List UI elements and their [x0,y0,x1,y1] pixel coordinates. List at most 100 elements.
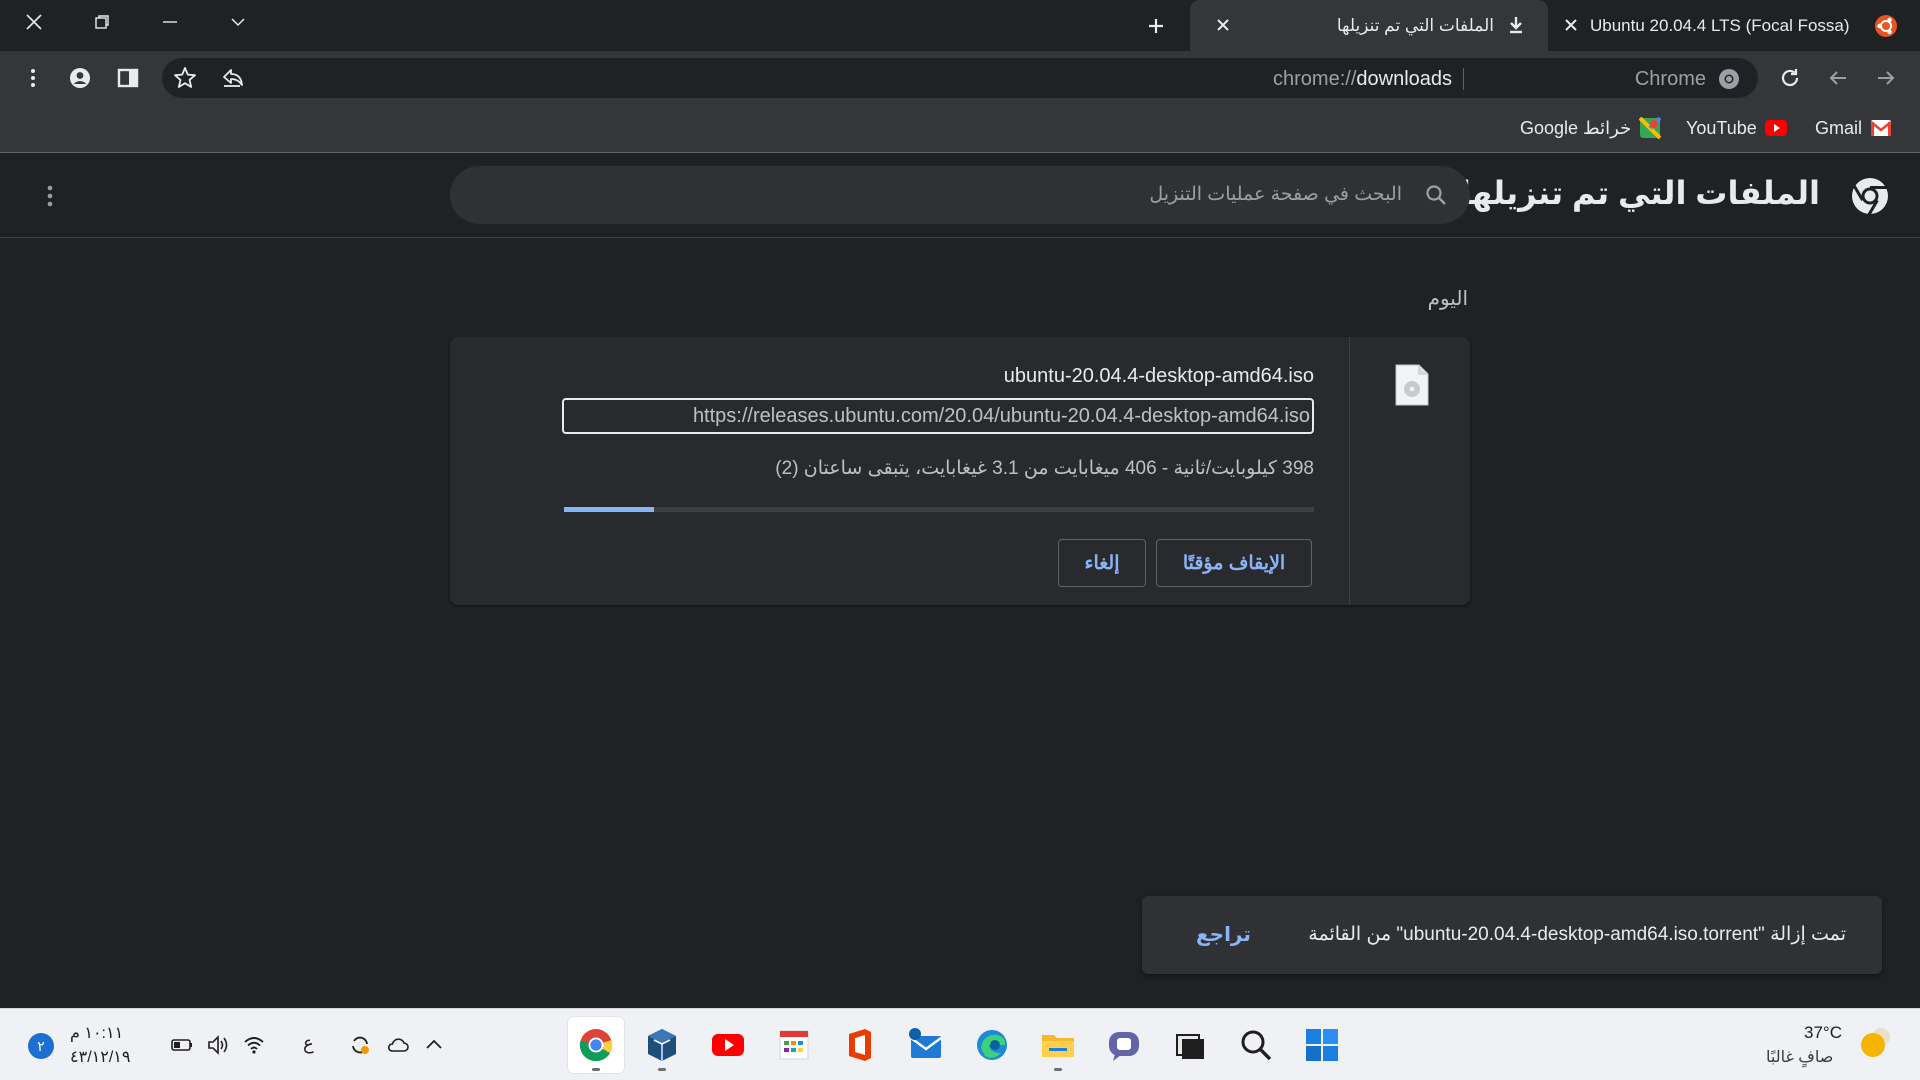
ubuntu-icon [1875,15,1897,37]
minimize-window-button[interactable] [136,0,204,44]
search-icon [1241,1030,1272,1061]
close-icon [1565,19,1577,31]
forward-button[interactable] [1869,61,1903,95]
arrow-left-icon [1829,71,1846,85]
download-icon [1510,17,1522,34]
arrow-right-icon [1878,71,1895,85]
file-icon [1395,364,1429,406]
side-panel-button[interactable] [111,61,145,95]
chat-button[interactable] [1096,1017,1152,1073]
youtube-app-button[interactable] [700,1017,756,1073]
download-file-name[interactable]: ubuntu-20.04.4-desktop-amd64.iso [1004,365,1314,388]
file-explorer-button[interactable] [1030,1017,1086,1073]
bookmark-label: خرائط Google [1520,117,1632,138]
weather-description[interactable]: صافٍ غالبًا [1766,1047,1833,1067]
restore-icon [95,15,109,29]
language-indicator[interactable]: ع [303,1033,314,1054]
task-view-button[interactable] [1162,1017,1218,1073]
onedrive-tray-button[interactable] [382,1029,414,1061]
close-icon [26,14,42,30]
side-panel-icon [117,68,139,88]
tab-downloads[interactable]: الملفات التي تم تنزيلها [1190,0,1548,51]
bookmark-maps[interactable]: خرائط Google [1520,115,1662,141]
running-indicator [658,1068,666,1071]
wifi-tray-button[interactable] [238,1029,270,1061]
volume-icon [208,1035,228,1055]
virtualbox-button[interactable] [634,1017,690,1073]
download-item-card: ubuntu-20.04.4-desktop-amd64.iso https:/… [450,337,1470,605]
tab-close-button[interactable] [1212,14,1234,36]
mail-button[interactable] [898,1017,954,1073]
undo-button[interactable]: تراجع [1196,922,1251,947]
maps-icon [1639,117,1662,139]
volume-tray-button[interactable] [202,1029,234,1061]
reload-button[interactable] [1773,61,1807,95]
plus-icon [1149,19,1163,33]
office-icon [849,1029,871,1061]
edge-icon [977,1030,1007,1060]
office-button[interactable] [832,1017,888,1073]
edge-button[interactable] [964,1017,1020,1073]
profile-button[interactable] [63,61,97,95]
tab-title: الملفات التي تم تنزيلها [1336,16,1494,35]
taskbar-search-button[interactable] [1228,1017,1284,1073]
star-icon[interactable] [172,65,198,91]
address-bar[interactable]: chrome://downloads Chrome [162,58,1758,98]
url-text: chrome://downloads [1273,68,1452,90]
card-divider [1349,337,1350,605]
mail-icon [909,1028,942,1058]
battery-icon [171,1039,192,1051]
chevron-down-icon [231,18,245,27]
tab-strip: الملفات التي تم تنزيلها Ubuntu 20.04.4 L… [0,0,1920,51]
running-indicator [592,1068,600,1071]
back-button[interactable] [1821,61,1855,95]
download-progress-fill [564,507,654,512]
url-separator [1463,68,1464,90]
tab-search-button[interactable] [204,0,272,44]
download-progress-bar [564,507,1314,512]
show-hidden-icons-button[interactable] [418,1029,450,1061]
weather-temperature[interactable]: 37°C [1804,1023,1842,1043]
gmail-icon [1870,117,1892,139]
search-icon[interactable] [1424,183,1448,207]
search-input[interactable] [522,180,1402,210]
share-icon[interactable] [220,65,246,91]
bookmark-gmail[interactable]: Gmail [1815,115,1892,141]
wifi-icon [244,1037,264,1054]
sync-icon [352,1036,369,1054]
notification-count-badge[interactable]: ٢ [28,1033,54,1059]
battery-tray-button[interactable] [166,1029,198,1061]
calendar-app-button[interactable] [766,1017,822,1073]
clock-date[interactable]: ٤٣/١٢/١٩ [70,1047,130,1067]
start-button[interactable] [1294,1017,1350,1073]
task-view-icon [1176,1034,1204,1059]
bookmark-youtube[interactable]: YouTube [1686,115,1787,141]
sync-tray-button[interactable] [344,1029,376,1061]
chrome-icon [579,1029,613,1062]
page-title: الملفات التي تم تنزيلها [1459,175,1820,211]
tab-title: Ubuntu 20.04.4 LTS (Focal Fossa) [1590,16,1850,35]
toast-message: تمت إزالة "ubuntu-20.04.4-desktop-amd64.… [1308,924,1846,945]
date-section-label: اليوم [1427,288,1468,310]
youtube-icon [712,1034,744,1056]
close-window-button[interactable] [0,0,68,44]
search-box[interactable] [450,166,1470,224]
chrome-icon [1719,69,1739,89]
tab-close-button[interactable] [1560,14,1582,36]
more-actions-button[interactable] [36,180,64,212]
cancel-button[interactable]: إلغاء [1058,539,1146,587]
restore-window-button[interactable] [68,0,136,44]
running-indicator [1054,1068,1062,1071]
removed-item-toast: تمت إزالة "ubuntu-20.04.4-desktop-amd64.… [1142,896,1882,974]
chrome-taskbar-button[interactable] [568,1017,624,1073]
pause-button[interactable]: الإيقاف مؤقتًا [1156,539,1312,587]
bookmark-label: YouTube [1686,117,1757,138]
reload-icon [1781,69,1799,87]
virtualbox-icon [648,1029,676,1061]
chrome-menu-button[interactable] [16,61,50,95]
clock-time[interactable]: ١٠:١١ م [70,1023,123,1043]
tab-ubuntu[interactable]: Ubuntu 20.04.4 LTS (Focal Fossa) [1552,0,1920,51]
weather-icon[interactable] [1855,1027,1891,1063]
new-tab-button[interactable] [1140,10,1172,42]
download-source-url[interactable]: https://releases.ubuntu.com/20.04/ubuntu… [562,398,1314,434]
